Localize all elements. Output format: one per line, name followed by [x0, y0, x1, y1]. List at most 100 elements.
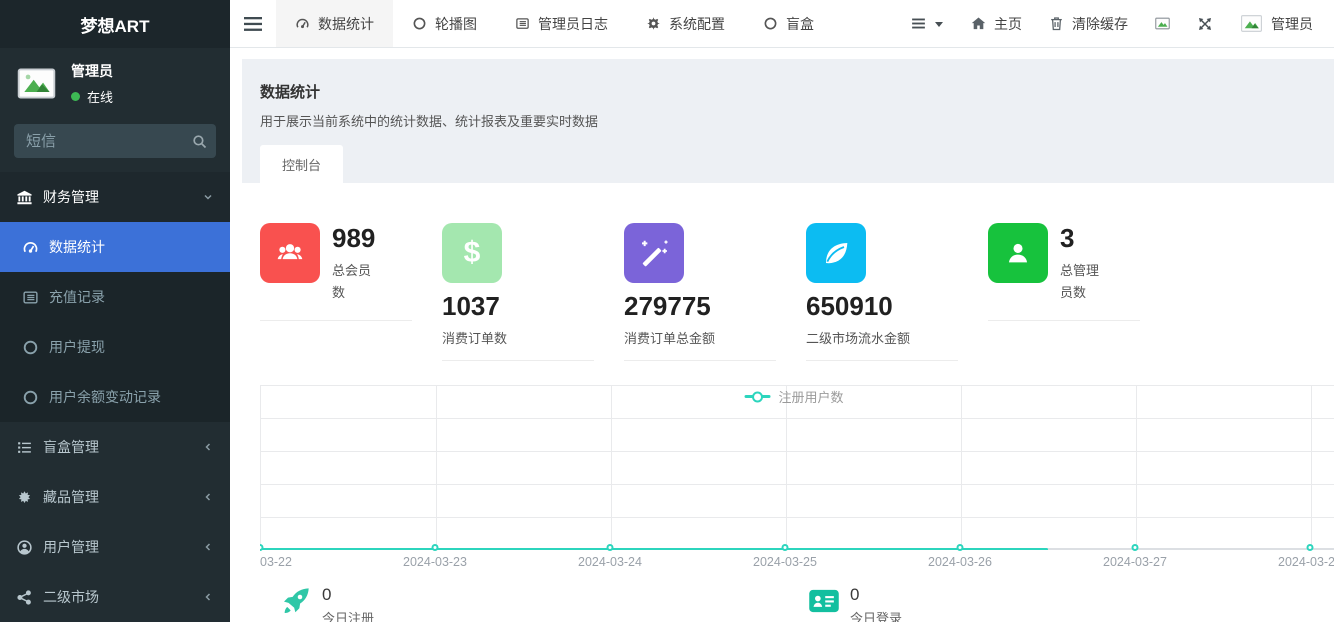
tab-blindbox[interactable]: 盲盒: [744, 0, 833, 47]
x-tick-label: 2024-03-28: [1278, 555, 1334, 569]
certificate-icon: [16, 489, 33, 506]
sidebar-item-label: 盲盒管理: [43, 437, 192, 457]
x-tick-label: 2024-03-24: [578, 555, 642, 569]
today-value: 0: [322, 585, 374, 605]
list-menu-icon: [910, 15, 927, 32]
user-panel: 管理员 在线: [0, 48, 230, 116]
trash-icon: [1048, 15, 1065, 32]
home-label: 主页: [994, 14, 1022, 34]
caret-down-icon: [934, 19, 944, 29]
chevron-left-icon: [202, 441, 214, 453]
sidebar-item-collection-management[interactable]: 藏品管理: [0, 472, 230, 522]
tab-admin-log[interactable]: 管理员日志: [496, 0, 627, 47]
fullscreen-arrows-icon: [1197, 16, 1213, 32]
stat-value: 1037: [442, 293, 624, 320]
x-axis-labels: 2024-03-22 2024-03-23 2024-03-24 2024-03-25…: [260, 550, 1334, 572]
home-button[interactable]: 主页: [957, 0, 1035, 47]
users-group-icon: [260, 223, 320, 283]
gridline: [961, 385, 962, 550]
circle-icon: [412, 16, 427, 31]
chart-legend[interactable]: 注册用户数: [745, 387, 844, 406]
stat-value: 650910: [806, 293, 988, 320]
gridline: [1136, 385, 1137, 550]
magic-wand-icon: [624, 223, 684, 283]
sidebar-item-recharge-records[interactable]: 充值记录: [0, 272, 230, 322]
today-stats-row: 0 今日注册 0 今日登录: [260, 585, 1316, 622]
list-icon: [16, 439, 33, 456]
tab-label: 盲盒: [786, 14, 814, 34]
admin-user-icon: [988, 223, 1048, 283]
broken-image-icon: [14, 61, 59, 106]
stats-row: 989 总会员数 $ 1037 消费订单数: [260, 223, 1316, 373]
tachometer-icon: [295, 16, 310, 31]
chevron-left-icon: [202, 541, 214, 553]
list-alt-icon: [22, 289, 39, 306]
stat-label: 二级市场流水金额: [806, 328, 988, 350]
tab-label: 轮播图: [435, 14, 477, 34]
user-status: 在线: [71, 87, 113, 106]
gridline: [786, 385, 787, 550]
circle-icon: [22, 339, 39, 356]
sidebar-item-finance[interactable]: 财务管理: [0, 172, 230, 222]
brand-title: 梦想ART: [81, 12, 150, 37]
leaf-icon: [806, 223, 866, 283]
sidebar-item-secondary-market[interactable]: 二级市场: [0, 572, 230, 622]
tab-label: 管理员日志: [538, 14, 608, 34]
language-image-button[interactable]: [1141, 0, 1184, 47]
sidebar-search: [14, 124, 216, 158]
sidebar-item-label: 藏品管理: [43, 487, 192, 507]
stat-total-admins: 3 总管理员数: [988, 223, 1170, 373]
legend-line-marker-icon: [745, 395, 771, 398]
today-label: 今日登录: [850, 608, 902, 622]
tachometer-icon: [22, 239, 39, 256]
stat-value: 3: [1060, 225, 1108, 252]
stat-label: 消费订单数: [442, 328, 624, 350]
brand[interactable]: 梦想ART: [0, 0, 230, 48]
main-content: 数据统计 用于展示当前系统中的统计数据、统计报表及重要实时数据 控制台: [242, 59, 1334, 622]
hamburger-icon: [244, 16, 262, 32]
tab-system-config[interactable]: 系统配置: [627, 0, 744, 47]
sidebar-item-balance-change-records[interactable]: 用户余额变动记录: [0, 372, 230, 422]
stat-label: 总会员数: [332, 260, 380, 304]
navbar-right: 主页 清除缓存 管理员: [897, 0, 1334, 47]
stat-total-members: 989 总会员数: [260, 223, 442, 373]
tabs-dropdown-button[interactable]: [897, 0, 957, 47]
fullscreen-button[interactable]: [1184, 0, 1226, 47]
tab-label: 数据统计: [318, 14, 374, 34]
sidebar-item-label: 用户余额变动记录: [49, 387, 214, 407]
registered-users-chart: 注册用户数 2024-03-222024-03-232024-03-242024…: [260, 385, 1334, 572]
x-tick-label: 2024-03-23: [403, 555, 467, 569]
page-description: 用于展示当前系统中的统计数据、统计报表及重要实时数据: [260, 111, 1316, 130]
sidebar-item-data-stats[interactable]: 数据统计: [0, 222, 230, 272]
sidebar-item-user-withdrawal[interactable]: 用户提现: [0, 322, 230, 372]
sidebar-item-label: 财务管理: [43, 187, 192, 207]
x-tick-label: 2024-03-22: [260, 555, 292, 569]
dollar-icon: $: [442, 223, 502, 283]
sidebar-item-blindbox-management[interactable]: 盲盒管理: [0, 422, 230, 472]
tab-carousel[interactable]: 轮播图: [393, 0, 496, 47]
sidebar-item-user-management[interactable]: 用户管理: [0, 522, 230, 572]
stat-consume-orders: $ 1037 消费订单数: [442, 223, 624, 373]
gear-icon: [646, 16, 661, 31]
chevron-down-icon: [202, 191, 214, 203]
sidebar-toggle-button[interactable]: [230, 0, 276, 47]
chevron-left-icon: [202, 591, 214, 603]
status-label: 在线: [87, 87, 113, 106]
tab-data-stats[interactable]: 数据统计: [276, 0, 393, 47]
user-name: 管理员: [71, 61, 113, 81]
today-label: 今日注册: [322, 608, 374, 622]
tab-console[interactable]: 控制台: [260, 145, 343, 183]
circle-icon: [22, 389, 39, 406]
account-menu[interactable]: 管理员: [1226, 0, 1326, 47]
search-button[interactable]: [184, 126, 214, 156]
stat-value: 989: [332, 225, 380, 252]
gridline: [1311, 385, 1312, 550]
top-navbar: 数据统计 轮播图 管理员日志 系统配置 盲盒: [230, 0, 1334, 48]
today-logins: 0 今日登录: [788, 585, 1316, 622]
sidebar-item-label: 二级市场: [43, 587, 192, 607]
clear-cache-button[interactable]: 清除缓存: [1035, 0, 1141, 47]
search-icon: [191, 133, 208, 150]
x-tick-label: 2024-03-25: [753, 555, 817, 569]
sidebar-item-label: 用户提现: [49, 337, 214, 357]
user-avatar[interactable]: [14, 61, 59, 106]
